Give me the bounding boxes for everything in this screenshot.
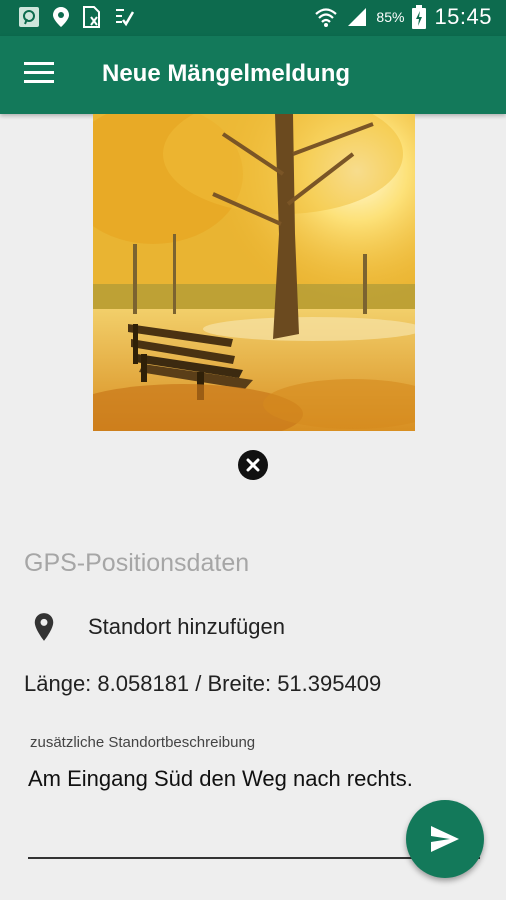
location-description-input[interactable] bbox=[28, 762, 468, 796]
send-button[interactable] bbox=[406, 800, 484, 878]
photo-illustration bbox=[93, 114, 415, 431]
battery-charging-icon bbox=[412, 5, 427, 29]
close-icon bbox=[246, 458, 260, 472]
gps-section-title: GPS-Positionsdaten bbox=[24, 549, 250, 577]
add-location-label: Standort hinzufügen bbox=[88, 614, 285, 639]
wifi-icon bbox=[315, 8, 338, 27]
page-title: Neue Mängelmeldung bbox=[102, 60, 351, 87]
autumn-park-bench-photo bbox=[93, 114, 415, 431]
battery-percentage: 85% bbox=[376, 9, 405, 25]
menu-icon[interactable] bbox=[24, 62, 54, 88]
status-bar: 85% 15:45 bbox=[0, 0, 506, 36]
gps-coordinates: Länge: 8.058181 / Breite: 51.395409 bbox=[24, 671, 382, 696]
document-notification-icon bbox=[83, 6, 100, 28]
signal-icon bbox=[348, 8, 367, 26]
clock: 15:45 bbox=[434, 4, 492, 29]
app-bar: Neue Mängelmeldung bbox=[0, 36, 506, 114]
add-location-button[interactable]: Standort hinzufügen bbox=[30, 612, 285, 642]
location-notification-icon bbox=[53, 7, 69, 27]
location-description-label: zusätzliche Standortbeschreibung bbox=[30, 734, 256, 751]
location-pin-icon bbox=[34, 613, 54, 641]
remove-photo-button[interactable] bbox=[238, 450, 268, 480]
send-icon bbox=[431, 826, 459, 852]
app-notification-icon bbox=[19, 7, 39, 27]
tasks-notification-icon bbox=[116, 9, 134, 27]
